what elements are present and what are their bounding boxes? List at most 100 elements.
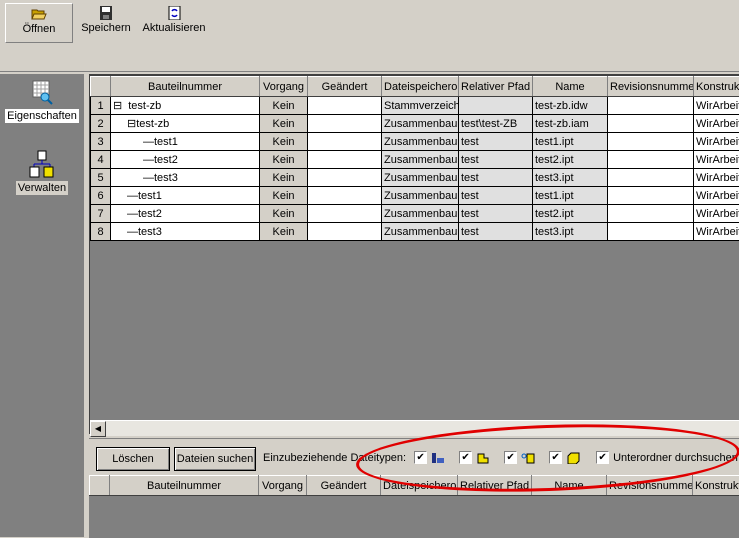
delete-button[interactable]: Löschen (96, 447, 170, 471)
table-row[interactable]: 6—test1Kein Zusammenbautesttest1.ipt WirAr… (91, 187, 739, 205)
design-cell: WirArbeiten (694, 187, 739, 205)
action-button[interactable]: Kein (260, 133, 308, 151)
action-button[interactable]: Kein (260, 187, 308, 205)
row-number: 6 (91, 187, 111, 205)
manage-label: Verwalten (16, 181, 68, 195)
table-row[interactable]: 5—test3KeinZusammenbautesttest3.iptWirAr… (91, 169, 739, 187)
part-number-text: test-zb (128, 100, 161, 112)
scroll-left-icon[interactable]: ◀ (90, 421, 106, 437)
table-row[interactable]: 3—test1KeinZusammenbautesttest1.iptWirAr… (91, 133, 739, 151)
part-number-cell: —test2 (111, 151, 260, 169)
part-checkbox[interactable]: ✔ (549, 451, 562, 464)
action-button[interactable]: Kein (260, 97, 308, 115)
open-button[interactable]: Öffnen (5, 3, 73, 43)
collapse-icon[interactable]: ⊟ (113, 100, 122, 112)
action-button[interactable]: Kein (260, 169, 308, 187)
name-cell: test1.ipt (533, 187, 608, 205)
parts-grid: BauteilnummerVorgangGeändertDateispeiche… (89, 74, 739, 434)
table-row[interactable]: 2⊟test-zbKeinZusammenbautest\test-ZBtest… (91, 115, 739, 133)
refresh-button[interactable]: Aktualisieren (140, 3, 208, 43)
column-header[interactable]: Vorgang (260, 77, 308, 97)
column-header[interactable]: Bauteilnummer (110, 476, 259, 496)
part-number-text: test-zb (136, 118, 169, 130)
header-row: BauteilnummerVorgangGeändertDateispeiche… (91, 77, 739, 97)
column-header[interactable]: Name (532, 476, 607, 496)
refresh-label: Aktualisieren (143, 22, 206, 34)
tree-connector-icon: — (143, 172, 154, 184)
column-header[interactable] (91, 77, 111, 97)
column-header[interactable]: Dateispeicherort (381, 476, 458, 496)
header-row: BauteilnummerVorgangGeändertDateispeiche… (90, 476, 739, 496)
tree-connector-icon: — (143, 154, 154, 166)
design-cell: WirArbeiten (694, 223, 739, 241)
tree-connector-icon: — (127, 226, 138, 238)
row-number: 3 (91, 133, 111, 151)
column-header[interactable]: Relativer Pfad (459, 77, 533, 97)
part-number-text: test1 (154, 136, 178, 148)
table-row[interactable]: 1⊟test-zbKeinStammverzeichnistest-zb.idw… (91, 97, 739, 115)
subfolders-label: Unterordner durchsuchen (613, 452, 738, 464)
column-header[interactable]: Vorgang (259, 476, 307, 496)
part-number-text: test1 (138, 190, 162, 202)
path-cell: test\test-ZB (459, 115, 533, 133)
folder-open-icon (31, 7, 47, 21)
part-number-text: test2 (154, 154, 178, 166)
column-header[interactable] (90, 476, 110, 496)
sidebar-item-manage[interactable]: Verwalten (0, 150, 84, 195)
name-cell: test-zb.idw (533, 97, 608, 115)
action-button[interactable]: Kein (260, 205, 308, 223)
search-files-button[interactable]: Dateien suchen (174, 447, 256, 471)
column-header[interactable]: Revisionsnummer (607, 476, 693, 496)
revision-cell (608, 223, 694, 241)
presentation-icon (521, 452, 535, 464)
column-header[interactable]: Konstruktion (693, 476, 739, 496)
horizontal-scrollbar[interactable]: ◀ (90, 420, 739, 436)
part-number-text: test3 (154, 172, 178, 184)
path-cell: test (459, 151, 533, 169)
location-cell: Zusammenbau (382, 205, 459, 223)
sidebar-item-properties[interactable]: Eigenschaften (0, 80, 84, 123)
action-button[interactable]: Kein (260, 115, 308, 133)
location-cell: Zusammenbau (382, 169, 459, 187)
column-header[interactable]: Geändert (308, 77, 382, 97)
path-cell (459, 97, 533, 115)
name-cell: test3.ipt (533, 169, 608, 187)
name-cell: test2.ipt (533, 205, 608, 223)
save-button[interactable]: Speichern (80, 3, 132, 43)
column-header[interactable]: Name (533, 77, 608, 97)
column-header[interactable]: Dateispeicherort (382, 77, 459, 97)
table-row[interactable]: 7—test2KeinZusammenbautesttest2.iptWirAr… (91, 205, 739, 223)
changed-cell (308, 97, 382, 115)
changed-cell (308, 187, 382, 205)
design-cell: WirArbeiten (694, 115, 739, 133)
row-number: 7 (91, 205, 111, 223)
path-cell: test (459, 133, 533, 151)
assembly-checkbox[interactable]: ✔ (459, 451, 472, 464)
drawing-checkbox[interactable]: ✔ (414, 451, 427, 464)
row-number: 8 (91, 223, 111, 241)
table-row[interactable]: 8—test3KeinZusammenbautesttest3.iptWirAr… (91, 223, 739, 241)
row-number: 4 (91, 151, 111, 169)
presentation-checkbox[interactable]: ✔ (504, 451, 517, 464)
save-label: Speichern (81, 22, 131, 34)
column-header[interactable]: Geändert (307, 476, 381, 496)
action-button[interactable]: Kein (260, 151, 308, 169)
location-cell: Zusammenbau (382, 133, 459, 151)
collapse-icon[interactable]: ⊟ (127, 118, 136, 130)
column-header[interactable]: Relativer Pfad (458, 476, 532, 496)
column-header[interactable]: Konstruktion (694, 77, 739, 97)
design-cell: WirArbeiten (694, 133, 739, 151)
table-row[interactable]: 4—test2KeinZusammenbautesttest2.iptWirAr… (91, 151, 739, 169)
path-cell: test (459, 187, 533, 205)
column-header[interactable]: Bauteilnummer (111, 77, 260, 97)
part-number-cell: —test1 (111, 187, 260, 205)
location-cell: Zusammenbau (382, 187, 459, 205)
column-header[interactable]: Revisionsnummer (608, 77, 694, 97)
subfolders-checkbox[interactable]: ✔ (596, 451, 609, 464)
refresh-icon (166, 6, 182, 20)
revision-cell (608, 169, 694, 187)
location-cell: Zusammenbau (382, 115, 459, 133)
action-button[interactable]: Kein (260, 223, 308, 241)
part-number-cell: —test2 (111, 205, 260, 223)
filetypes-label: Einzubeziehende Dateitypen: (263, 452, 406, 464)
